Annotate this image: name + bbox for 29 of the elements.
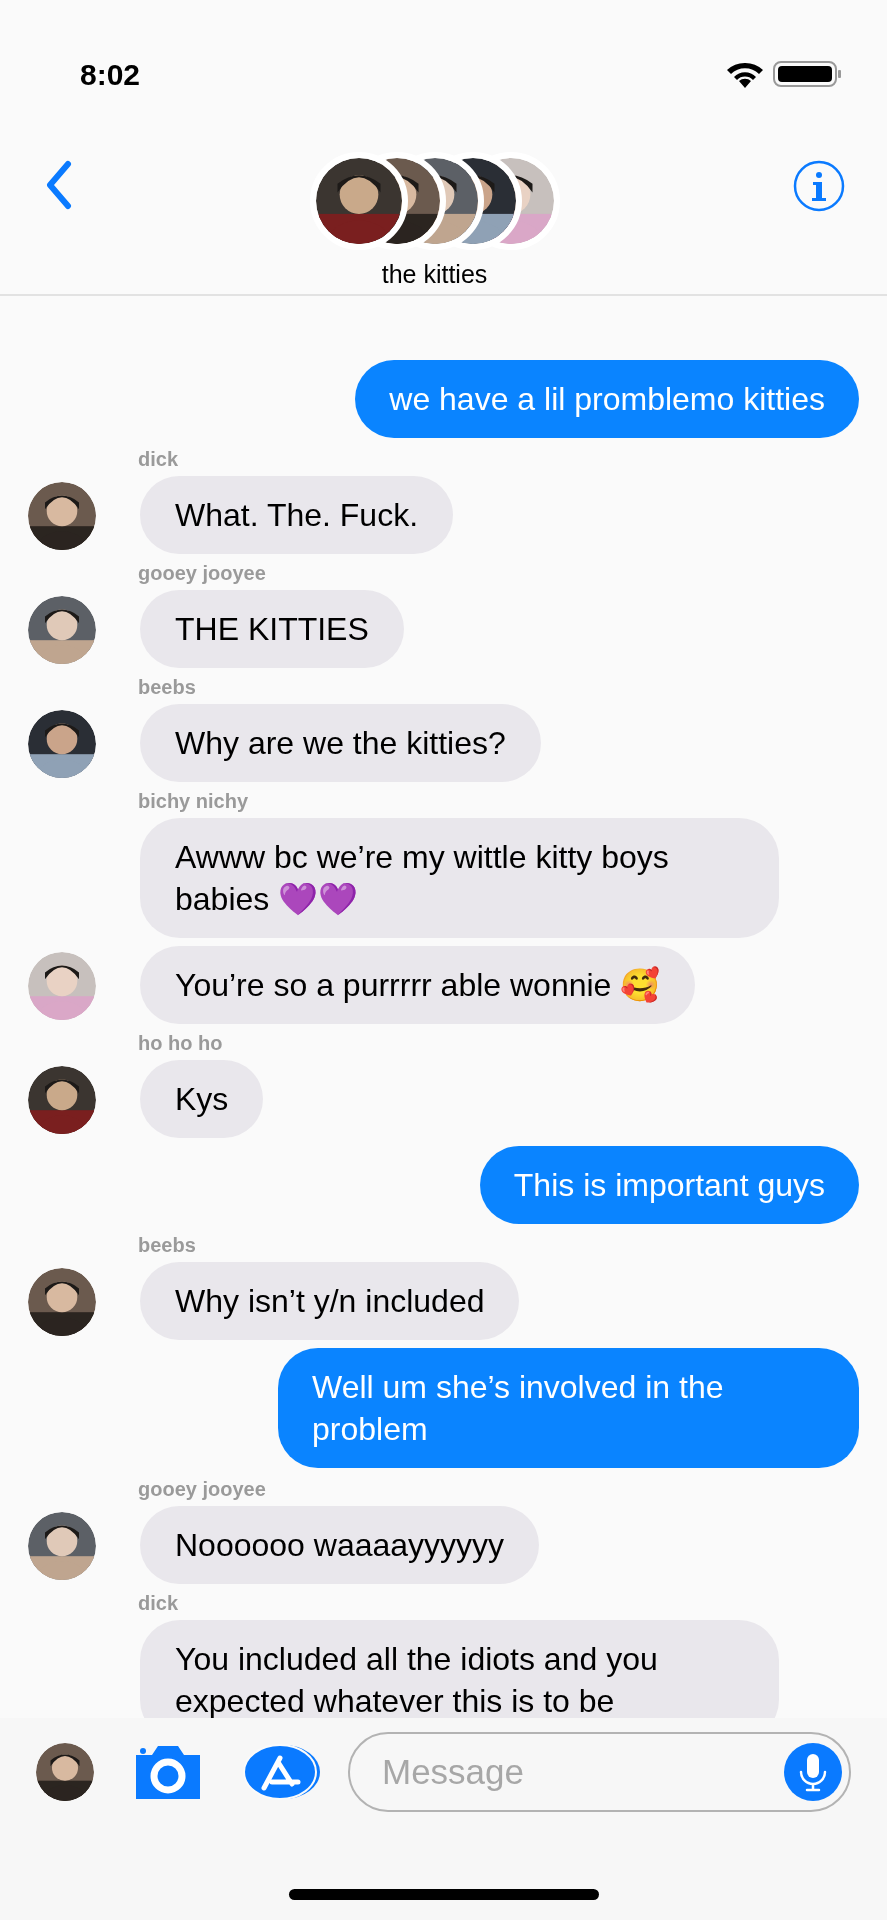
group-avatar[interactable] [309, 152, 560, 250]
sent-message-bubble: This is important guys [479, 1146, 859, 1224]
sender-name: dick [138, 1592, 180, 1614]
sender-name: ho ho ho [138, 1032, 224, 1054]
sender-name: gooey jooyee [138, 1478, 267, 1500]
message-field[interactable]: Message [348, 1732, 851, 1812]
message-input[interactable]: Message [382, 1745, 682, 1799]
received-message-bubble: You included all the idiots and you expected whatever this is to be [140, 1620, 779, 1718]
sender-name: beebs [138, 676, 197, 698]
sender-name: dick [138, 448, 180, 470]
received-message-bubble: Awww bc we’re my wittle kitty boys babies 💜💜 [140, 818, 779, 938]
status-time: 8:02 [80, 56, 141, 93]
received-message-bubble: THE KITTIES [140, 590, 404, 668]
received-message-bubble: You’re so a purrrrr able wonnie 🥰 [140, 946, 696, 1024]
received-message-bubble: Why isn’t y/n included [140, 1262, 520, 1340]
sender-name: beebs [138, 1234, 197, 1256]
sent-message-bubble: we have a lil promblemo kitties [355, 360, 859, 438]
sent-message-bubble: Well um she’s involved in the problem [278, 1348, 859, 1468]
received-message-bubble: Why are we the kitties? [140, 704, 541, 782]
info-icon[interactable] [793, 160, 845, 212]
received-message-bubble: Noooooo waaaayyyyyy [140, 1506, 540, 1584]
received-message-bubble: Kys [140, 1060, 264, 1138]
sender-name: gooey jooyee [138, 562, 267, 584]
microphone-icon[interactable] [783, 1742, 843, 1802]
sender-name: bichy nichy [138, 790, 250, 812]
app-store-icon[interactable] [242, 1744, 322, 1800]
conversation-title[interactable]: the kitties [381, 256, 488, 294]
battery-icon [773, 59, 843, 89]
received-message-bubble: What. The. Fuck. [140, 476, 454, 554]
